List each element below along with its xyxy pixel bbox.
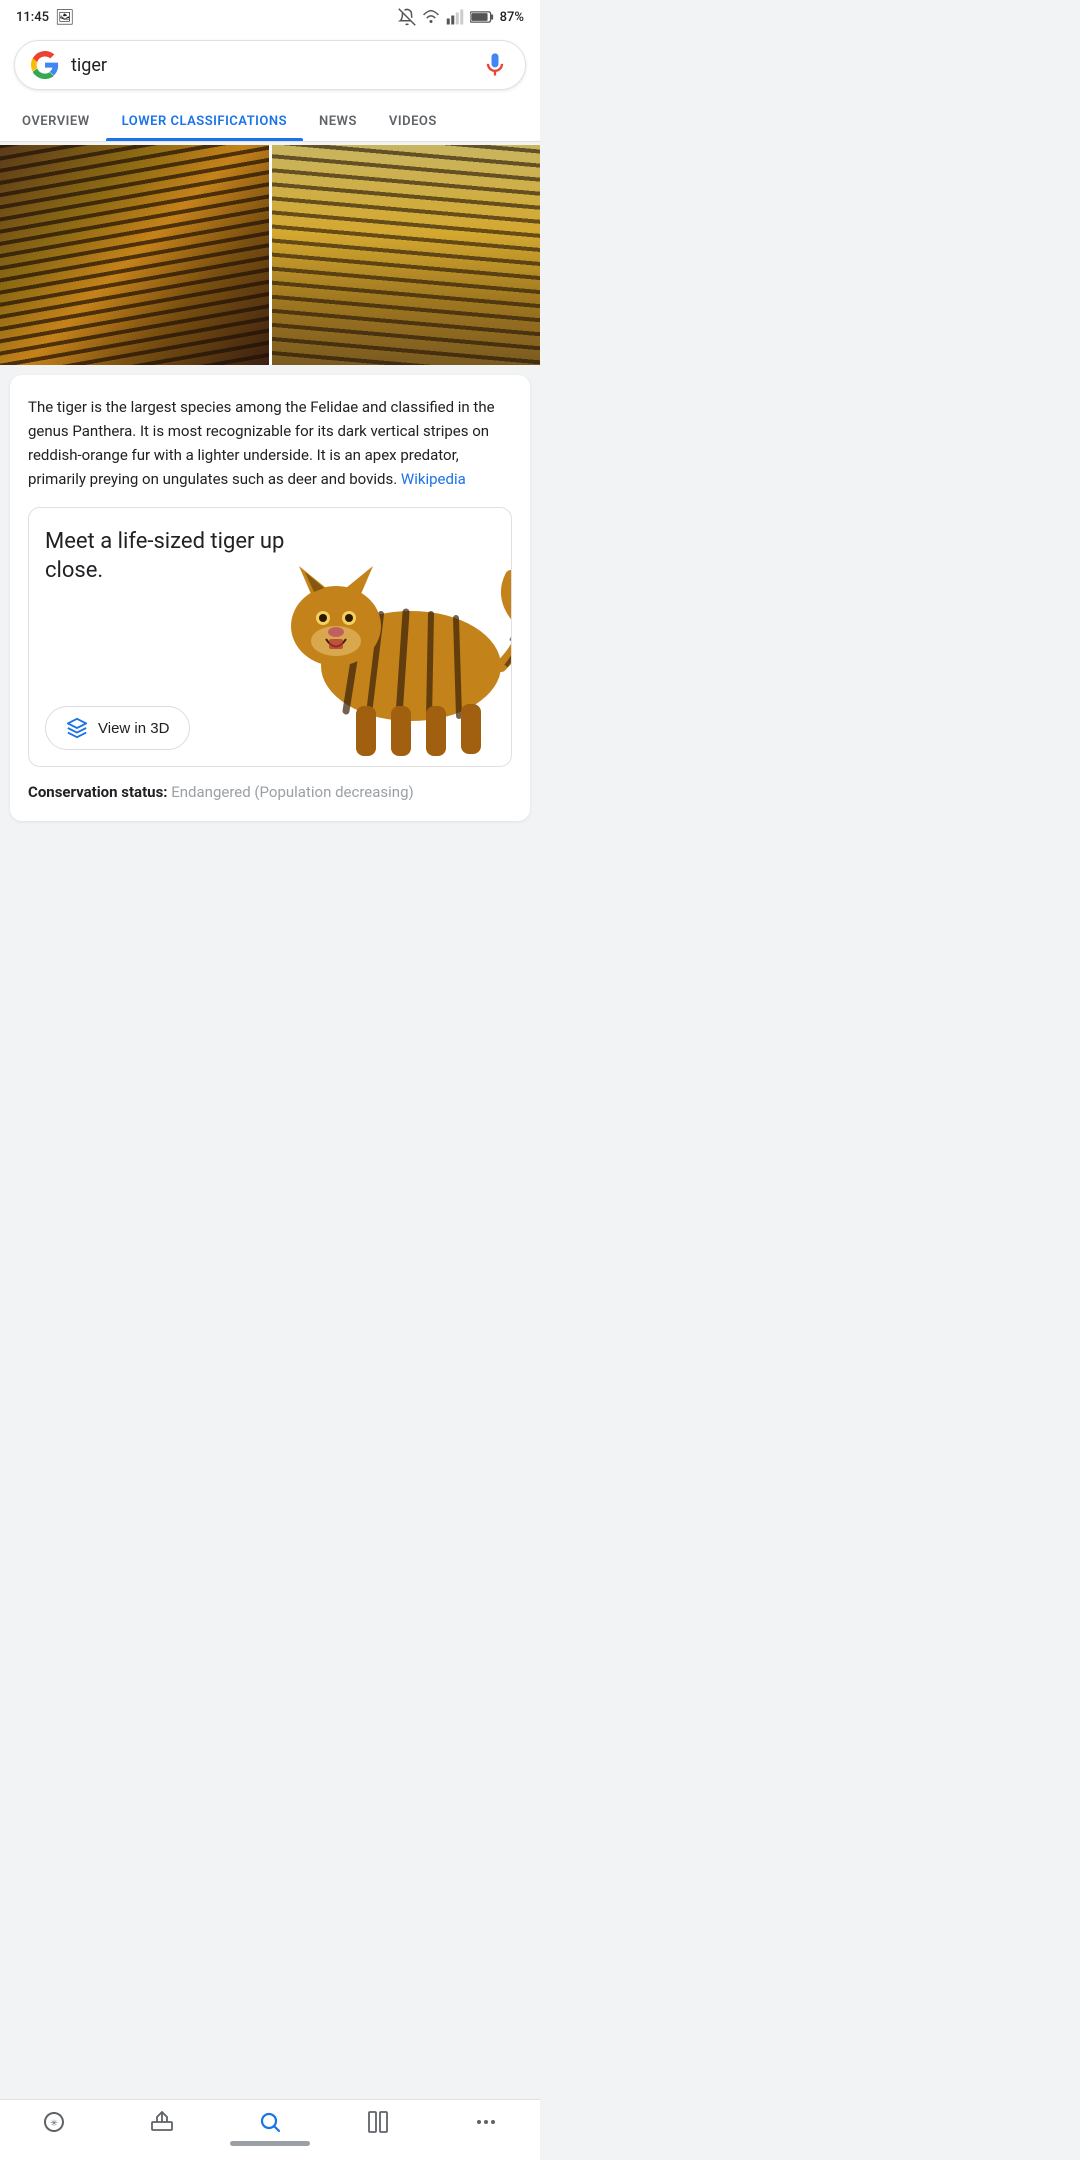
image-icon: 🖼 [55, 8, 74, 26]
view-3d-label: View in 3D [98, 720, 169, 737]
tiger-3d-image [261, 536, 512, 756]
battery-percentage: 87% [500, 10, 524, 25]
status-right: 87% [398, 8, 524, 26]
image-grid [0, 145, 540, 365]
nav-tabs: OVERVIEW LOWER CLASSIFICATIONS NEWS VIDE… [0, 100, 540, 142]
ar-title: Meet a life-sized tiger up close. [45, 528, 293, 585]
updates-icon [150, 2110, 174, 2134]
search-icon [258, 2110, 282, 2134]
search-bar-container: tiger [0, 30, 540, 100]
ar-card: Meet a life-sized tiger up close. [28, 507, 512, 767]
tab-overview[interactable]: OVERVIEW [6, 100, 106, 141]
tab-lower-classifications[interactable]: LOWER CLASSIFICATIONS [106, 100, 303, 141]
signal-icon [446, 8, 464, 26]
google-logo-icon [31, 51, 59, 79]
status-left: 11:45 🖼 [16, 8, 74, 26]
time: 11:45 [16, 10, 49, 25]
wikipedia-link[interactable]: Wikipedia [401, 470, 466, 488]
status-bar: 11:45 🖼 [0, 0, 540, 30]
tiger-description: The tiger is the largest species among t… [28, 395, 512, 491]
tab-news[interactable]: NEWS [303, 100, 373, 141]
battery-icon [470, 10, 494, 24]
conservation-label: Conservation status: [28, 783, 168, 801]
mic-icon[interactable] [481, 51, 509, 79]
view-in-3d-button[interactable]: View in 3D [45, 706, 190, 750]
search-query[interactable]: tiger [71, 55, 469, 76]
recent-icon [366, 2110, 390, 2134]
conservation-value: Endangered (Population decreasing) [171, 783, 413, 801]
home-pill [230, 2141, 310, 2146]
more-icon [474, 2110, 498, 2134]
discover-icon: ✳ [42, 2110, 66, 2134]
search-bar[interactable]: tiger [14, 40, 526, 90]
tiger-image-1[interactable] [0, 145, 269, 365]
conservation-status: Conservation status: Endangered (Populat… [28, 783, 512, 801]
tiger-image-2[interactable] [272, 145, 541, 365]
svg-text:✳: ✳ [50, 2119, 58, 2129]
wifi-icon [422, 8, 440, 26]
bell-muted-icon [398, 8, 416, 26]
cube-icon [66, 717, 88, 739]
home-indicator [0, 2135, 540, 2160]
tab-videos[interactable]: VIDEOS [373, 100, 453, 141]
main-content-card: The tiger is the largest species among t… [10, 375, 530, 821]
